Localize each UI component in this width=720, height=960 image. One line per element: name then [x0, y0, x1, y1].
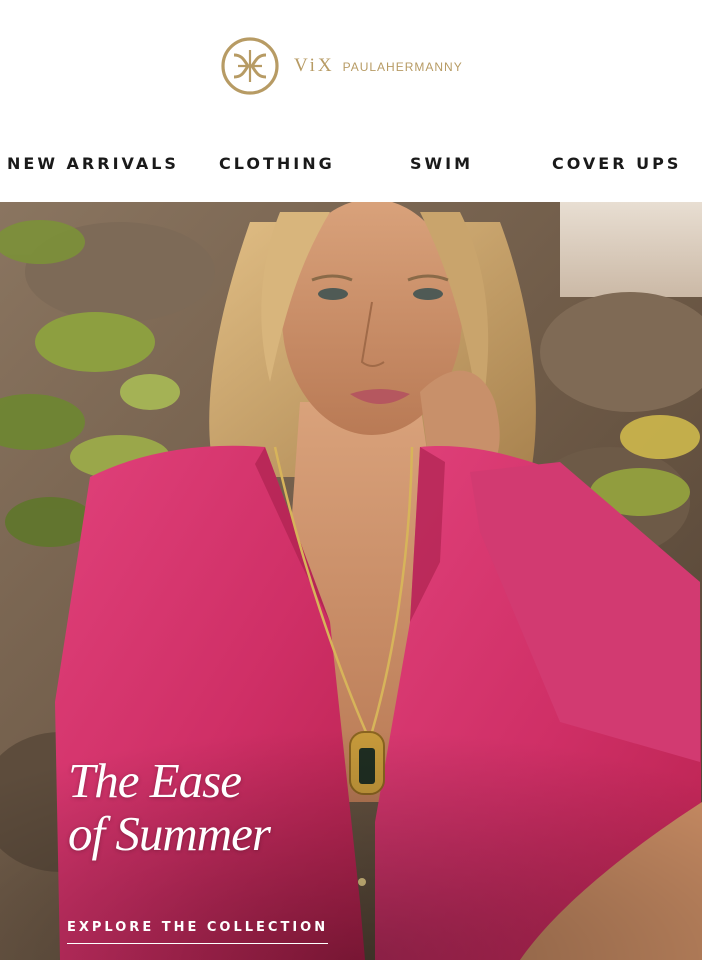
brand-link[interactable]: ViX PAULAHERMANNY: [220, 36, 463, 96]
hero-banner[interactable]: The Ease of Summer EXPLORE THE COLLECTIO…: [0, 202, 702, 960]
nav-item-cover-ups[interactable]: COVER UPS: [552, 146, 681, 182]
hero-headline-line2: of Summer: [68, 806, 271, 861]
brand-name-secondary: PAULAHERMANNY: [342, 60, 463, 74]
nav-item-swim[interactable]: SWIM: [410, 146, 473, 182]
explore-collection-link[interactable]: EXPLORE THE COLLECTION: [67, 920, 329, 944]
main-nav: NEW ARRIVALS CLOTHING SWIM COVER UPS: [0, 146, 720, 182]
brand-name-primary: ViX: [294, 55, 335, 76]
hero-headline: The Ease of Summer: [68, 753, 271, 861]
hero-headline-line1: The Ease: [68, 753, 242, 808]
header: ViX PAULAHERMANNY: [0, 0, 720, 128]
vix-monogram-icon: [221, 37, 279, 95]
email-page: ViX PAULAHERMANNY NEW ARRIVALS CLOTHING …: [0, 0, 720, 960]
nav-item-new-arrivals[interactable]: NEW ARRIVALS: [7, 146, 179, 182]
nav-item-clothing[interactable]: CLOTHING: [219, 146, 335, 182]
brand-wordmark: ViX PAULAHERMANNY: [294, 55, 463, 77]
